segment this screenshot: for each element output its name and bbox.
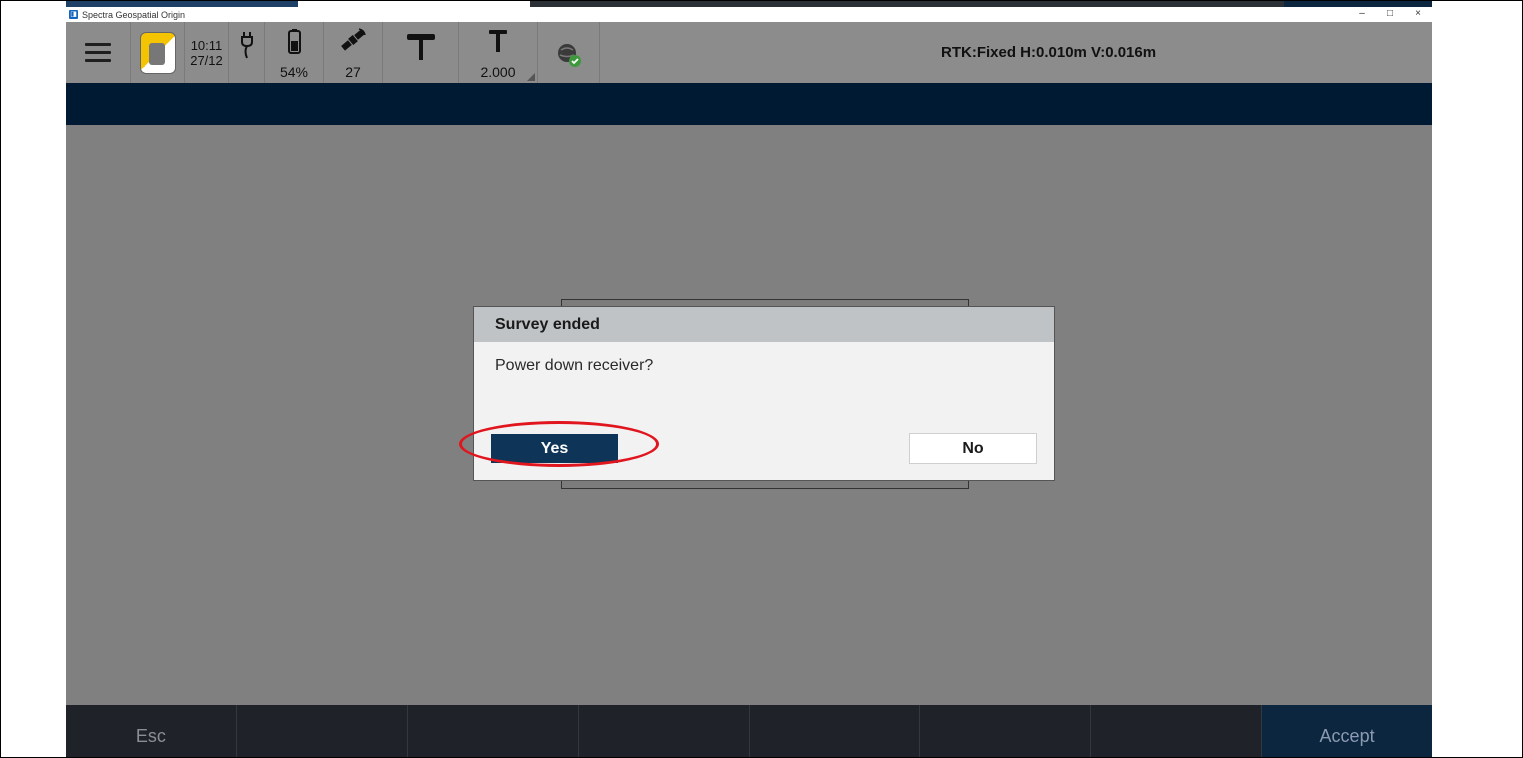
navigation-band xyxy=(66,83,1432,125)
origin-logo-icon xyxy=(139,31,176,74)
battery-status[interactable]: 54% xyxy=(265,22,324,83)
battery-level: 54% xyxy=(279,64,309,80)
hamburger-icon xyxy=(85,38,111,67)
time-text: 10:11 xyxy=(190,37,223,53)
corner-indicator-icon xyxy=(527,73,535,81)
no-button[interactable]: No xyxy=(909,433,1037,464)
satellite-icon xyxy=(341,28,366,51)
globe-check-icon xyxy=(557,44,581,67)
close-button[interactable]: × xyxy=(1404,7,1432,22)
softkey-4[interactable] xyxy=(579,705,750,758)
title-bar: ◨ Spectra Geospatial Origin – □ × xyxy=(66,7,1432,22)
app-logo[interactable] xyxy=(131,22,185,83)
softkey-2[interactable] xyxy=(237,705,408,758)
accept-button[interactable]: Accept xyxy=(1262,705,1432,758)
softkey-6[interactable] xyxy=(920,705,1092,758)
receiver-status[interactable] xyxy=(383,22,459,83)
menu-button[interactable] xyxy=(66,22,131,83)
date-text: 27/12 xyxy=(190,52,223,68)
gnss-receiver-icon xyxy=(406,34,435,60)
softkey-7[interactable] xyxy=(1091,705,1263,758)
datetime: 10:11 27/12 xyxy=(185,22,229,83)
power-status[interactable] xyxy=(229,22,265,83)
satellite-status[interactable]: 27 xyxy=(324,22,383,83)
dialog-title: Survey ended xyxy=(474,307,1054,342)
antenna-pole-icon xyxy=(489,30,507,52)
window-controls: – □ × xyxy=(1348,7,1432,22)
connection-status[interactable] xyxy=(538,22,600,83)
app-icon: ◨ xyxy=(69,10,78,19)
survey-ended-dialog: Survey ended Power down receiver? Yes No xyxy=(473,306,1055,481)
dialog-message: Power down receiver? xyxy=(495,357,654,374)
rtk-status-text: RTK:Fixed H:0.010m V:0.016m xyxy=(941,44,1157,61)
antenna-height-status[interactable]: 2.000 xyxy=(459,22,538,83)
softkey-bar: Esc Accept xyxy=(66,705,1432,758)
minimize-button[interactable]: – xyxy=(1348,7,1376,22)
top-strip xyxy=(66,0,1432,7)
status-bar: 10:11 27/12 54% 27 2.000 RTK:Fixed H:0.0… xyxy=(66,22,1432,83)
antenna-height-value: 2.000 xyxy=(480,64,516,80)
window-title: Spectra Geospatial Origin xyxy=(82,9,186,20)
esc-button[interactable]: Esc xyxy=(66,705,237,758)
satellite-count: 27 xyxy=(345,64,361,80)
softkey-5[interactable] xyxy=(750,705,921,758)
power-plug-icon xyxy=(240,32,253,59)
yes-button[interactable]: Yes xyxy=(491,434,618,463)
softkey-3[interactable] xyxy=(408,705,579,758)
maximize-button[interactable]: □ xyxy=(1376,7,1404,22)
battery-icon xyxy=(288,29,301,54)
